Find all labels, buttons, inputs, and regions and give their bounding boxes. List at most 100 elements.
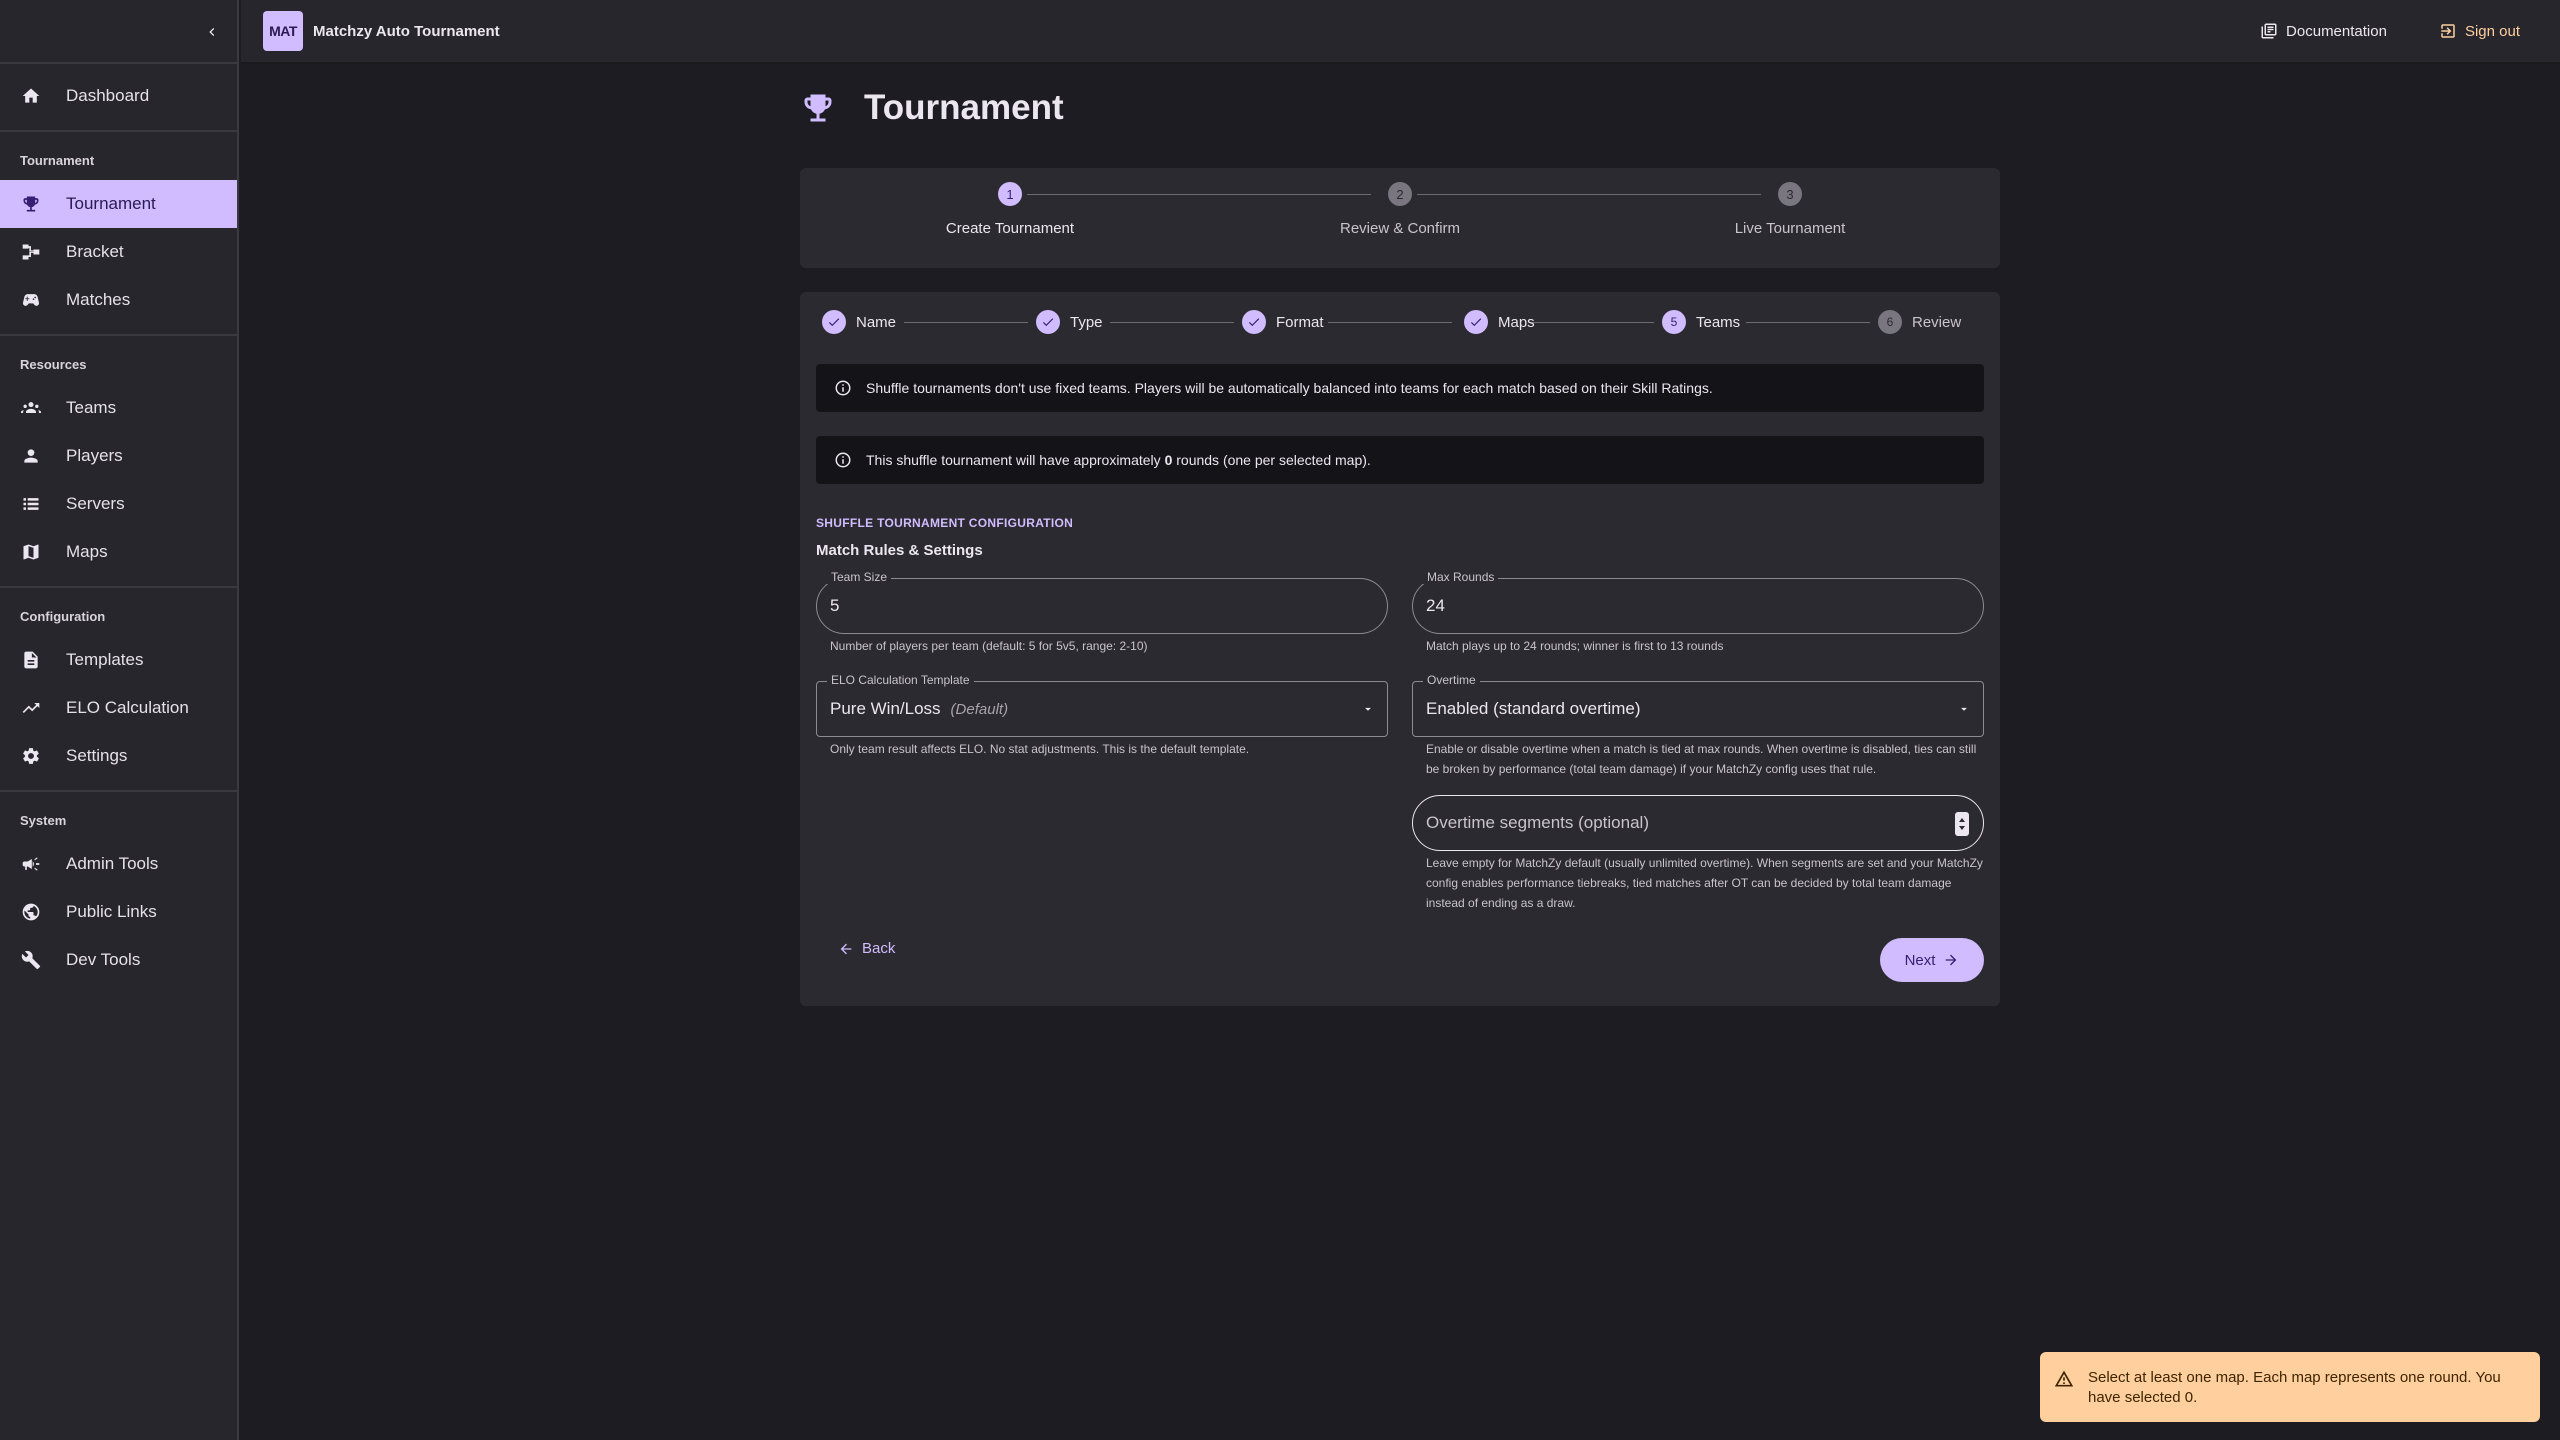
sidebar-item-templates[interactable]: Templates bbox=[0, 636, 237, 684]
substep-type[interactable]: Type bbox=[1036, 306, 1103, 338]
substep-label: Format bbox=[1276, 313, 1324, 331]
substep-label: Teams bbox=[1696, 313, 1741, 331]
number-spinner[interactable] bbox=[1955, 812, 1969, 836]
max-rounds-field[interactable]: Max Rounds 24 bbox=[1412, 570, 1984, 634]
substep-connector bbox=[1746, 322, 1870, 323]
overtime-segments-input[interactable]: Overtime segments (optional) bbox=[1412, 795, 1984, 851]
step-number: 3 bbox=[1778, 182, 1802, 206]
sidebar-item-maps[interactable]: Maps bbox=[0, 528, 237, 576]
logout-icon bbox=[2439, 22, 2457, 40]
alert-text: Shuffle tournaments don't use fixed team… bbox=[866, 380, 1713, 396]
substep-label: Review bbox=[1912, 313, 1962, 331]
step-label: Create Tournament bbox=[945, 220, 1075, 237]
tournament-progress-stepper: 1 Create Tournament 2 Review & Confirm 3… bbox=[800, 168, 2000, 268]
wrench-icon bbox=[20, 949, 42, 971]
check-icon bbox=[1242, 310, 1266, 334]
substep-maps[interactable]: Maps bbox=[1464, 306, 1535, 338]
document-icon bbox=[20, 649, 42, 671]
overtime-select[interactable]: Overtime Enabled (standard overtime) bbox=[1412, 673, 1984, 737]
next-button[interactable]: Next bbox=[1880, 938, 1984, 982]
sidebar-section-tournament: Tournament Tournament Bracket Matches bbox=[0, 132, 237, 336]
team-size-field[interactable]: Team Size 5 bbox=[816, 570, 1388, 634]
chevron-left-icon bbox=[209, 28, 215, 36]
home-icon bbox=[20, 85, 42, 107]
next-label: Next bbox=[1904, 951, 1936, 969]
sidebar-item-matches[interactable]: Matches bbox=[0, 276, 237, 324]
substep-label: Type bbox=[1070, 313, 1103, 331]
shuffle-info-alert: Shuffle tournaments don't use fixed team… bbox=[816, 364, 1984, 412]
warning-icon bbox=[2054, 1369, 2074, 1389]
groups-icon bbox=[20, 397, 42, 419]
step-number: 2 bbox=[1388, 182, 1412, 206]
overtime-helper: Enable or disable overtime when a match … bbox=[1426, 742, 1977, 776]
list-icon bbox=[20, 493, 42, 515]
sidebar-section-system: System Admin Tools Public Links Dev Tool… bbox=[0, 792, 237, 994]
sidebar-item-elo-calculation[interactable]: ELO Calculation bbox=[0, 684, 237, 732]
info-icon bbox=[834, 451, 852, 469]
section-title: SHUFFLE TOURNAMENT CONFIGURATION bbox=[816, 516, 1074, 530]
sidebar-section-configuration: Configuration Templates ELO Calculation … bbox=[0, 588, 237, 792]
sidebar-item-tournament[interactable]: Tournament bbox=[0, 180, 237, 228]
substep-number: 6 bbox=[1878, 310, 1902, 334]
warning-toast: Select at least one map. Each map repres… bbox=[2040, 1352, 2540, 1422]
substep-number: 5 bbox=[1662, 310, 1686, 334]
sidebar-item-settings[interactable]: Settings bbox=[0, 732, 237, 780]
sidebar-subheader: Configuration bbox=[20, 608, 106, 624]
team-size-helper: Number of players per team (default: 5 f… bbox=[830, 639, 1148, 653]
sidebar-item-label: Players bbox=[66, 446, 123, 465]
overtime-value: Enabled (standard overtime) bbox=[1426, 699, 1641, 718]
dropdown-arrow-icon[interactable] bbox=[1361, 702, 1375, 716]
bracket-icon bbox=[20, 241, 42, 263]
page-title: Tournament bbox=[864, 88, 1064, 127]
megaphone-icon bbox=[20, 853, 42, 875]
globe-icon bbox=[20, 901, 42, 923]
trophy-icon bbox=[800, 90, 848, 126]
app-logo: MAT bbox=[263, 11, 303, 51]
sign-out-button[interactable]: Sign out bbox=[2439, 22, 2520, 40]
sidebar-item-teams[interactable]: Teams bbox=[0, 384, 237, 432]
step-label: Live Tournament bbox=[1734, 220, 1846, 237]
app-title: Matchzy Auto Tournament bbox=[313, 22, 500, 40]
sidebar-item-dev-tools[interactable]: Dev Tools bbox=[0, 936, 237, 984]
dropdown-arrow-icon[interactable] bbox=[1957, 702, 1971, 716]
tournament-form-card: Name Type Format Maps 5 Teams 6 Review S… bbox=[800, 292, 2000, 1006]
sidebar-item-label: Public Links bbox=[66, 902, 157, 921]
check-icon bbox=[822, 310, 846, 334]
sidebar-item-admin-tools[interactable]: Admin Tools bbox=[0, 840, 237, 888]
max-rounds-value: 24 bbox=[1426, 596, 1445, 615]
arrow-left-icon bbox=[838, 941, 854, 957]
step-live-tournament: 3 Live Tournament bbox=[1690, 182, 1890, 237]
arrow-right-icon bbox=[1943, 952, 1959, 968]
substep-label: Maps bbox=[1498, 313, 1535, 331]
sidebar-item-bracket[interactable]: Bracket bbox=[0, 228, 237, 276]
check-icon bbox=[1464, 310, 1488, 334]
back-label: Back bbox=[862, 940, 896, 957]
substep-connector bbox=[904, 322, 1028, 323]
sidebar-subheader: System bbox=[20, 812, 67, 828]
sidebar-section-main: Dashboard bbox=[0, 64, 237, 132]
sidebar-item-label: Settings bbox=[66, 746, 128, 765]
sidebar-item-public-links[interactable]: Public Links bbox=[0, 888, 237, 936]
back-button[interactable]: Back bbox=[838, 940, 895, 957]
substep-format[interactable]: Format bbox=[1242, 306, 1324, 338]
wizard-substeps: Name Type Format Maps 5 Teams 6 Review bbox=[822, 306, 1978, 338]
step-create-tournament: 1 Create Tournament bbox=[910, 182, 1110, 237]
substep-review[interactable]: 6 Review bbox=[1878, 306, 1961, 338]
substep-connector bbox=[1328, 322, 1452, 323]
person-icon bbox=[20, 445, 42, 467]
overtime-segments-placeholder: Overtime segments (optional) bbox=[1426, 813, 1649, 832]
sidebar-item-players[interactable]: Players bbox=[0, 432, 237, 480]
section-subtitle: Match Rules & Settings bbox=[816, 542, 983, 559]
page-header: Tournament bbox=[800, 88, 1064, 128]
documentation-button[interactable]: Documentation bbox=[2260, 22, 2387, 40]
substep-teams[interactable]: 5 Teams bbox=[1662, 306, 1740, 338]
elo-template-select[interactable]: ELO Calculation Template Pure Win/Loss (… bbox=[816, 673, 1388, 737]
sidebar-subheader: Resources bbox=[20, 356, 87, 372]
sidebar-subheader: Tournament bbox=[20, 152, 95, 168]
sidebar-item-servers[interactable]: Servers bbox=[0, 480, 237, 528]
collapse-sidebar-button[interactable] bbox=[198, 18, 226, 46]
substep-connector bbox=[1530, 322, 1654, 323]
substep-name[interactable]: Name bbox=[822, 306, 896, 338]
sidebar-item-dashboard[interactable]: Dashboard bbox=[0, 72, 237, 120]
sidebar-item-label: Admin Tools bbox=[66, 854, 159, 873]
